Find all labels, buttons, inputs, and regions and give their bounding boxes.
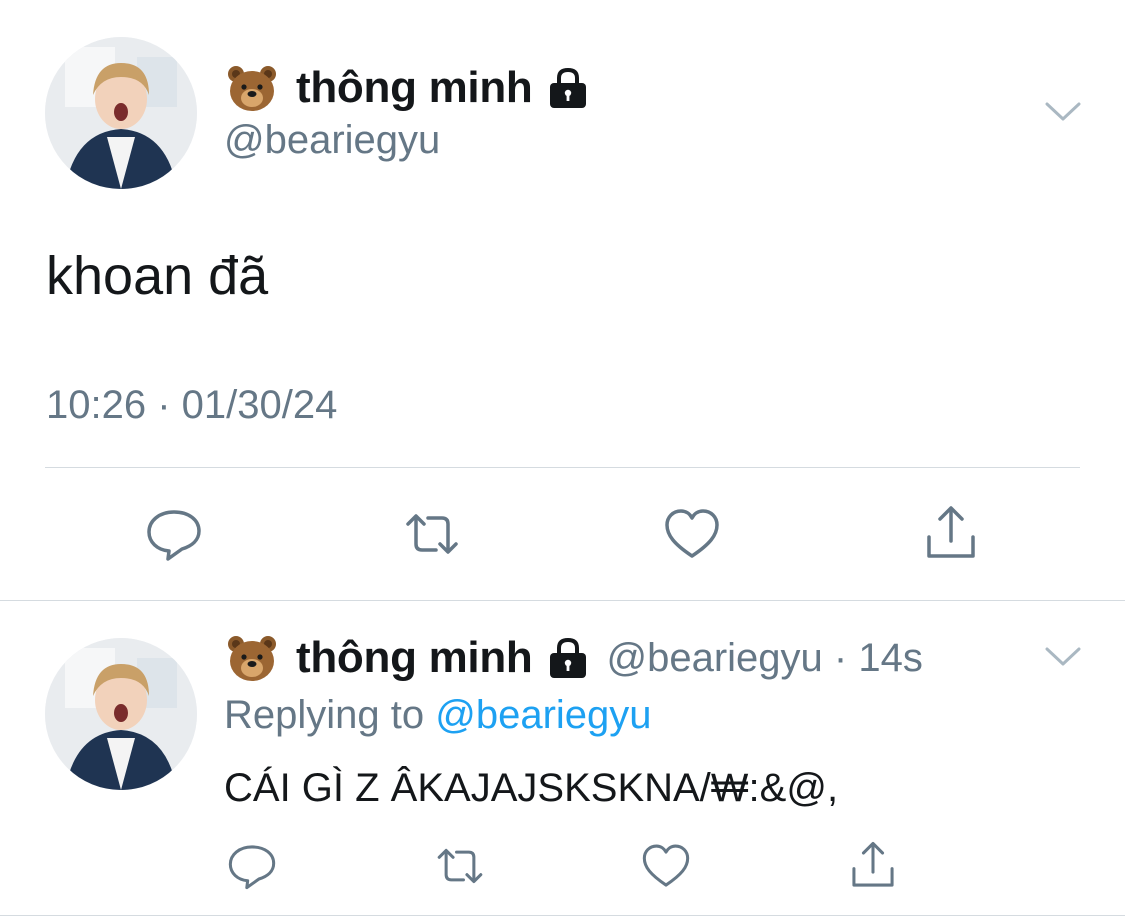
author-handle[interactable]: @beariegyu [224, 118, 440, 163]
bear-face-icon [226, 62, 278, 114]
chevron-down-icon[interactable] [1045, 101, 1081, 123]
divider [45, 467, 1080, 468]
tweet-detail-page: thông minh @beariegyu khoan đã 10:26 · 0… [0, 0, 1125, 920]
divider [0, 600, 1125, 601]
avatar[interactable] [45, 37, 197, 189]
like-icon[interactable] [662, 504, 722, 564]
display-name: thông minh [296, 63, 533, 112]
replying-to-label: Replying to [224, 693, 425, 737]
avatar-photo [45, 37, 197, 189]
avatar-photo [45, 638, 197, 790]
share-icon[interactable] [847, 840, 899, 892]
retweet-icon[interactable] [402, 504, 462, 564]
chevron-down-icon[interactable] [1045, 646, 1081, 668]
avatar[interactable] [45, 638, 197, 790]
like-icon[interactable] [640, 840, 692, 892]
replying-to: Replying to @beariegyu [224, 693, 652, 738]
tweet-timestamp: 10:26 · 01/30/24 [46, 383, 338, 427]
author-name-row[interactable]: thông minh [226, 58, 589, 118]
divider [0, 915, 1125, 916]
mention-link[interactable]: @beariegyu [435, 693, 651, 737]
tweet-text: CÁI GÌ Z ÂKAJAJSKSKNA/₩:&@, [224, 766, 839, 810]
reply-icon[interactable] [144, 504, 204, 564]
reply-icon[interactable] [226, 840, 278, 892]
bear-face-icon [226, 632, 278, 684]
lock-icon [547, 66, 589, 110]
display-name: thông minh [296, 633, 533, 682]
share-icon[interactable] [921, 504, 981, 564]
main-tweet: thông minh @beariegyu khoan đã 10:26 · 0… [0, 0, 1125, 600]
author-handle-time: @beariegyu · 14s [606, 635, 923, 680]
tweet-text: khoan đã [46, 246, 269, 306]
lock-icon [547, 636, 589, 680]
author-name-row[interactable]: thông minh @beariegyu · 14s [226, 630, 923, 686]
retweet-icon[interactable] [434, 840, 486, 892]
